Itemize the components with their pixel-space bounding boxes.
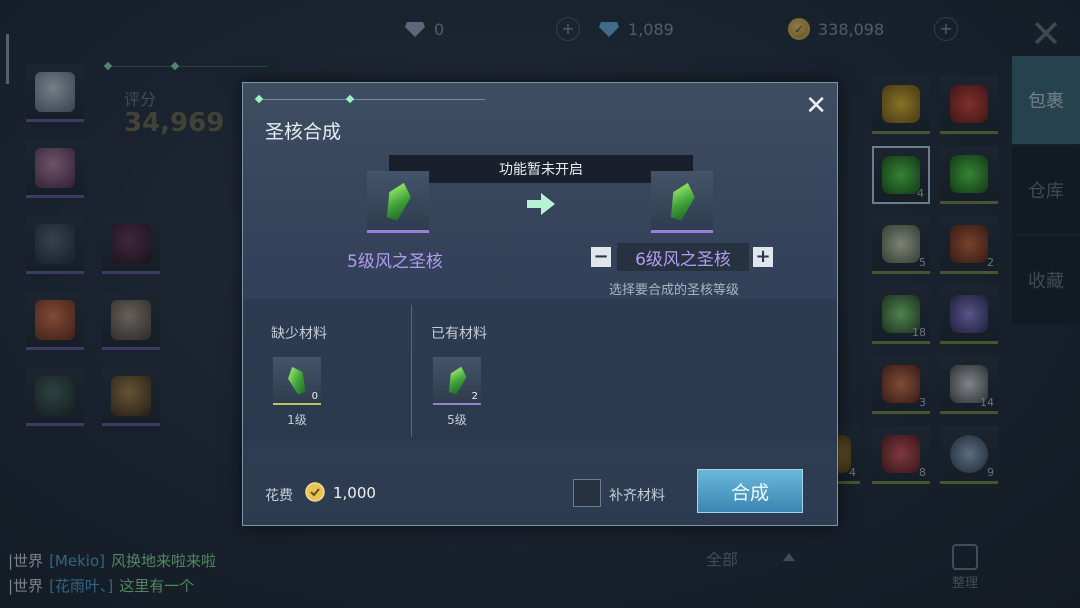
cost-label: 花费 bbox=[265, 488, 293, 504]
auto-fill-label[interactable]: 补齐材料 bbox=[609, 485, 665, 505]
target-level-display: 6级风之圣核 bbox=[617, 243, 749, 271]
core-synthesis-dialog: 圣核合成 ✕ 功能暂未开启 5级风之圣核 − 6级风之圣核 + 选择要合成的圣核… bbox=[242, 82, 838, 526]
cost-value: 1,000 bbox=[333, 484, 376, 502]
deco-dot bbox=[254, 94, 264, 104]
missing-materials-label: 缺少材料 bbox=[271, 326, 327, 342]
core-fragment-icon bbox=[285, 364, 310, 396]
missing-material-level: 1级 bbox=[287, 413, 307, 427]
material-count: 2 bbox=[471, 391, 478, 402]
level-hint: 选择要合成的圣核等级 bbox=[609, 283, 740, 298]
auto-fill-checkbox[interactable] bbox=[573, 479, 601, 507]
owned-material-level: 5级 bbox=[447, 413, 467, 427]
close-icon[interactable]: ✕ bbox=[805, 91, 827, 121]
target-core-slot[interactable] bbox=[651, 171, 713, 233]
dialog-title: 圣核合成 bbox=[265, 121, 342, 143]
materials-area bbox=[243, 299, 837, 441]
materials-divider bbox=[411, 305, 412, 437]
level-decrease-button[interactable]: − bbox=[591, 247, 611, 267]
synthesize-button[interactable]: 合成 bbox=[697, 469, 803, 513]
missing-material-slot[interactable]: 0 bbox=[273, 357, 321, 405]
arrow-right-icon bbox=[527, 193, 555, 215]
title-deco-line bbox=[254, 94, 485, 104]
source-core-name: 5级风之圣核 bbox=[347, 252, 443, 272]
wind-core-icon bbox=[666, 179, 699, 222]
source-core-slot[interactable] bbox=[367, 171, 429, 233]
deco-dot bbox=[345, 94, 355, 104]
wind-core-icon bbox=[445, 364, 469, 396]
owned-material-slot[interactable]: 2 bbox=[433, 357, 481, 405]
feature-notice: 功能暂未开启 bbox=[389, 155, 693, 183]
owned-materials-label: 已有材料 bbox=[431, 326, 487, 342]
level-increase-button[interactable]: + bbox=[753, 247, 773, 267]
target-core-name: 6级风之圣核 bbox=[635, 249, 731, 270]
material-count: 0 bbox=[311, 391, 318, 402]
gold-coin-icon bbox=[305, 482, 325, 502]
wind-core-icon bbox=[382, 179, 415, 222]
